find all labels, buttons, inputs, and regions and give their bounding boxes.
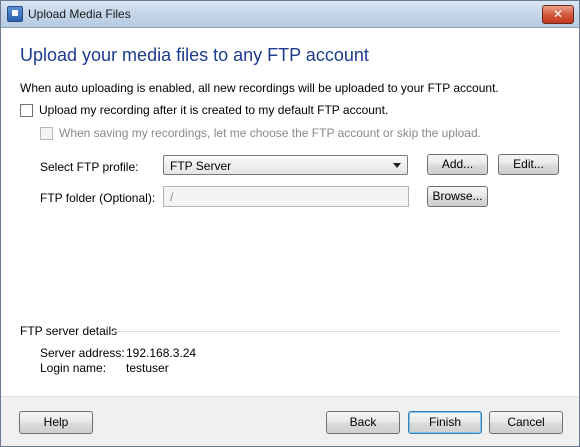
footer-divider bbox=[1, 396, 579, 397]
server-address-value: 192.168.3.24 bbox=[126, 346, 197, 360]
finish-button[interactable]: Finish bbox=[408, 411, 482, 434]
dialog-window: Upload Media Files ✕ Upload your media f… bbox=[0, 0, 580, 447]
section-divider bbox=[111, 331, 560, 332]
title-bar[interactable]: Upload Media Files ✕ bbox=[1, 1, 579, 28]
server-address-label: Server address: bbox=[40, 346, 125, 360]
login-name-value: testuser bbox=[126, 361, 169, 375]
edit-button[interactable]: Edit... bbox=[498, 154, 559, 175]
auto-upload-checkbox[interactable] bbox=[20, 103, 33, 117]
choose-account-option: When saving my recordings, let me choose… bbox=[40, 126, 481, 140]
ftp-profile-label: Select FTP profile: bbox=[40, 160, 139, 174]
cancel-button[interactable]: Cancel bbox=[489, 411, 563, 434]
browse-button[interactable]: Browse... bbox=[427, 186, 488, 207]
page-title: Upload your media files to any FTP accou… bbox=[20, 45, 369, 65]
help-button[interactable]: Help bbox=[19, 411, 93, 434]
auto-upload-label: Upload my recording after it is created … bbox=[39, 103, 389, 117]
auto-upload-option[interactable]: Upload my recording after it is created … bbox=[20, 103, 388, 117]
section-title: FTP server details bbox=[20, 324, 118, 338]
chevron-down-icon bbox=[393, 163, 401, 168]
ftp-folder-input[interactable] bbox=[163, 186, 409, 207]
ftp-profile-select[interactable]: FTP Server bbox=[163, 155, 408, 175]
login-name-label: Login name: bbox=[40, 361, 107, 375]
window-title: Upload Media Files bbox=[28, 7, 131, 21]
choose-account-checkbox bbox=[40, 126, 53, 140]
back-button[interactable]: Back bbox=[326, 411, 400, 434]
ftp-folder-label: FTP folder (Optional): bbox=[40, 191, 156, 205]
ftp-profile-value: FTP Server bbox=[170, 159, 232, 173]
description-text: When auto uploading is enabled, all new … bbox=[20, 81, 499, 95]
app-icon bbox=[7, 6, 23, 22]
choose-account-label: When saving my recordings, let me choose… bbox=[59, 126, 481, 140]
add-button[interactable]: Add... bbox=[427, 154, 488, 175]
content-panel: Upload your media files to any FTP accou… bbox=[1, 28, 579, 396]
close-button[interactable]: ✕ bbox=[542, 5, 574, 24]
